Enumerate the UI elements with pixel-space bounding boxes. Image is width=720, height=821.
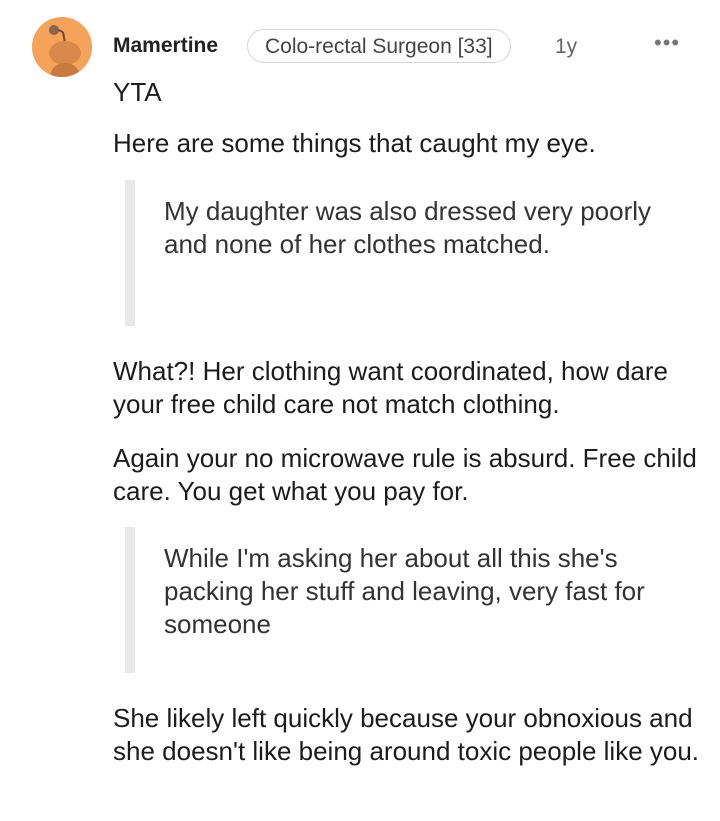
comment-paragraph: Again your no microwave rule is absurd. … [113, 443, 697, 506]
comment-paragraph: She likely left quickly because your obn… [113, 703, 700, 766]
blockquote-bar [125, 527, 135, 673]
more-options-icon[interactable]: ••• [654, 30, 680, 56]
comment-paragraph: YTA [113, 77, 162, 107]
blockquote-text: While I'm asking her about all this she'… [164, 543, 645, 639]
comment-paragraph: What?! Her clothing want coordinated, ho… [113, 356, 668, 419]
author-username[interactable]: Mamertine [113, 34, 218, 58]
blockquote-text: My daughter was also dressed very poorly… [164, 196, 652, 259]
comment-age: 1y [555, 35, 578, 58]
snoo-avatar-icon [32, 17, 92, 77]
comment-paragraph: Here are some things that caught my eye. [113, 128, 596, 158]
avatar[interactable] [32, 17, 92, 77]
blockquote-bar [125, 180, 135, 326]
user-flair-badge: Colo-rectal Surgeon [33] [247, 29, 511, 63]
